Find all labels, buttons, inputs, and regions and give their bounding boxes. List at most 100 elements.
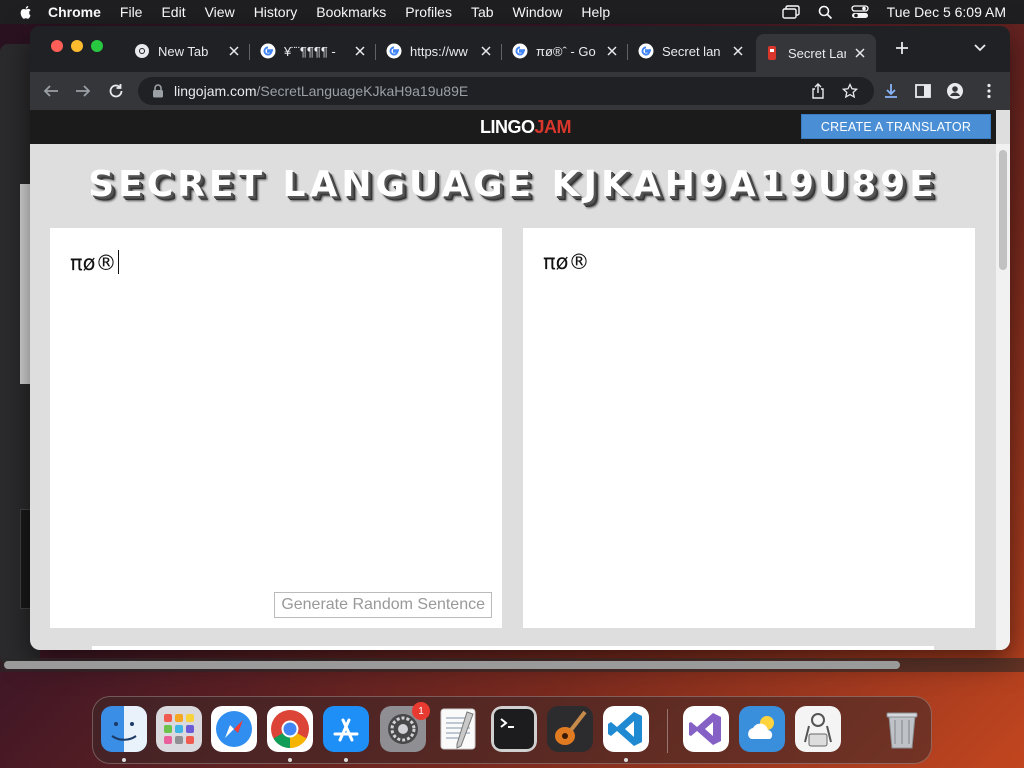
- garageband-icon[interactable]: [547, 706, 593, 752]
- tab-close-icon[interactable]: [352, 43, 368, 59]
- visual-studio-code-icon[interactable]: [603, 706, 649, 752]
- google-icon: [638, 43, 654, 59]
- tab-title: New Tab: [158, 43, 209, 59]
- google-icon: [512, 43, 528, 59]
- finder-icon[interactable]: [101, 706, 147, 752]
- safari-icon[interactable]: [211, 706, 257, 752]
- tab-separator: [249, 44, 250, 60]
- weather-icon[interactable]: [739, 706, 785, 752]
- horizontal-scrollbar[interactable]: [0, 658, 1024, 672]
- tab-title: https://ww: [410, 43, 468, 59]
- window-minimize-button[interactable]: [71, 40, 83, 52]
- running-indicator: [624, 758, 628, 762]
- tab-new-tab[interactable]: New Tab: [126, 36, 250, 66]
- forward-arrow-icon[interactable]: [74, 82, 92, 100]
- tab-close-icon[interactable]: [478, 43, 494, 59]
- tab-2[interactable]: ¥¨¨¶¶¶¶ -: [252, 36, 376, 66]
- terminal-icon[interactable]: [491, 706, 537, 752]
- spotlight-search-icon[interactable]: [818, 5, 833, 20]
- tab-4[interactable]: πø®ˆ - Go: [504, 36, 628, 66]
- preview-icon[interactable]: [795, 706, 841, 752]
- menu-file[interactable]: File: [120, 4, 143, 20]
- window-close-button[interactable]: [51, 40, 63, 52]
- tab-separator: [501, 44, 502, 60]
- running-indicator: [288, 758, 292, 762]
- chrome-window: New Tab ¥¨¨¶¶¶¶ - https://ww πø®ˆ - Go S…: [30, 26, 1010, 650]
- menu-help[interactable]: Help: [581, 4, 610, 20]
- tab-close-icon[interactable]: [604, 43, 620, 59]
- share-icon[interactable]: [810, 83, 826, 99]
- output-textarea[interactable]: πø®: [523, 228, 975, 628]
- download-icon[interactable]: [882, 82, 900, 100]
- site-header: LINGOJAM CREATE A TRANSLATOR: [30, 110, 996, 144]
- running-indicator: [344, 758, 348, 762]
- side-panel-icon[interactable]: [914, 82, 932, 100]
- control-center-icon[interactable]: [851, 5, 869, 19]
- running-indicator: [122, 758, 126, 762]
- generate-random-sentence-button[interactable]: Generate Random Sentence: [274, 592, 492, 618]
- window-fullscreen-button[interactable]: [91, 40, 103, 52]
- more-options-icon[interactable]: [980, 82, 998, 100]
- tab-title: Secret lan: [662, 43, 721, 59]
- menu-window[interactable]: Window: [513, 4, 563, 20]
- tab-close-icon[interactable]: [852, 45, 868, 61]
- tab-5[interactable]: Secret lan: [630, 36, 754, 66]
- tab-close-icon[interactable]: [730, 43, 746, 59]
- menu-profiles[interactable]: Profiles: [405, 4, 452, 20]
- menu-history[interactable]: History: [254, 4, 298, 20]
- tab-3[interactable]: https://ww: [378, 36, 502, 66]
- page-vertical-scrollbar[interactable]: [996, 144, 1010, 650]
- tab-title: Secret Lan: [788, 45, 846, 61]
- launchpad-icon[interactable]: [156, 706, 202, 752]
- chevron-down-icon[interactable]: [974, 43, 986, 53]
- content-below-fold: [92, 646, 934, 650]
- menu-app-name[interactable]: Chrome: [48, 4, 101, 20]
- tab-title: ¥¨¨¶¶¶¶ -: [284, 43, 336, 59]
- tab-close-icon[interactable]: [226, 43, 242, 59]
- google-icon: [386, 43, 402, 59]
- address-bar[interactable]: lingojam.com/SecretLanguageKJkaH9a19u89E: [138, 77, 874, 105]
- notification-badge: 1: [412, 702, 430, 720]
- profile-avatar-icon[interactable]: [946, 82, 964, 100]
- google-icon: [260, 43, 276, 59]
- app-store-icon[interactable]: [323, 706, 369, 752]
- screen-mirroring-icon[interactable]: [781, 5, 800, 19]
- input-text: πø®: [70, 250, 119, 275]
- apple-menu-icon[interactable]: [18, 4, 34, 20]
- tab-active-secret-language[interactable]: Secret Lan: [756, 34, 876, 72]
- menu-edit[interactable]: Edit: [161, 4, 185, 20]
- chrome-icon: [135, 44, 149, 58]
- lingojam-logo[interactable]: LINGOJAM: [480, 117, 572, 138]
- menu-tab[interactable]: Tab: [471, 4, 494, 20]
- bookmark-star-icon[interactable]: [842, 83, 858, 99]
- menu-clock[interactable]: Tue Dec 5 6:09 AM: [887, 4, 1006, 20]
- tab-title: πø®ˆ - Go: [536, 43, 596, 59]
- dock-separator: [667, 709, 668, 753]
- tab-separator: [375, 44, 376, 60]
- output-text: πø®: [543, 250, 590, 274]
- lingojam-icon: [768, 46, 776, 60]
- input-textarea[interactable]: πø® Generate Random Sentence: [50, 228, 502, 628]
- input-text-value: πø®: [70, 251, 117, 275]
- tab-separator: [627, 44, 628, 60]
- menu-view[interactable]: View: [205, 4, 235, 20]
- url-path: /SecretLanguageKJkaH9a19u89E: [256, 83, 469, 99]
- horizontal-scrollbar-thumb[interactable]: [4, 661, 900, 669]
- page-title: SECRET LANGUAGE KJKAH9A19U89E: [88, 164, 938, 205]
- visual-studio-icon[interactable]: [683, 706, 729, 752]
- textedit-icon[interactable]: [435, 706, 481, 752]
- logo-jam: JAM: [534, 117, 572, 137]
- tab-strip: New Tab ¥¨¨¶¶¶¶ - https://ww πø®ˆ - Go S…: [30, 26, 1010, 72]
- lock-icon[interactable]: [152, 84, 164, 98]
- trash-icon[interactable]: [879, 706, 925, 752]
- logo-lingo: LINGO: [480, 117, 535, 137]
- reload-icon[interactable]: [107, 82, 125, 100]
- menu-bookmarks[interactable]: Bookmarks: [316, 4, 386, 20]
- back-arrow-icon[interactable]: [42, 82, 60, 100]
- new-tab-plus-icon[interactable]: [894, 40, 910, 56]
- web-page: LINGOJAM CREATE A TRANSLATOR SECRET LANG…: [30, 110, 1010, 650]
- google-chrome-icon[interactable]: [267, 706, 313, 752]
- scrollbar-thumb[interactable]: [999, 150, 1007, 270]
- text-caret: [117, 250, 119, 274]
- create-translator-button[interactable]: CREATE A TRANSLATOR: [801, 114, 991, 139]
